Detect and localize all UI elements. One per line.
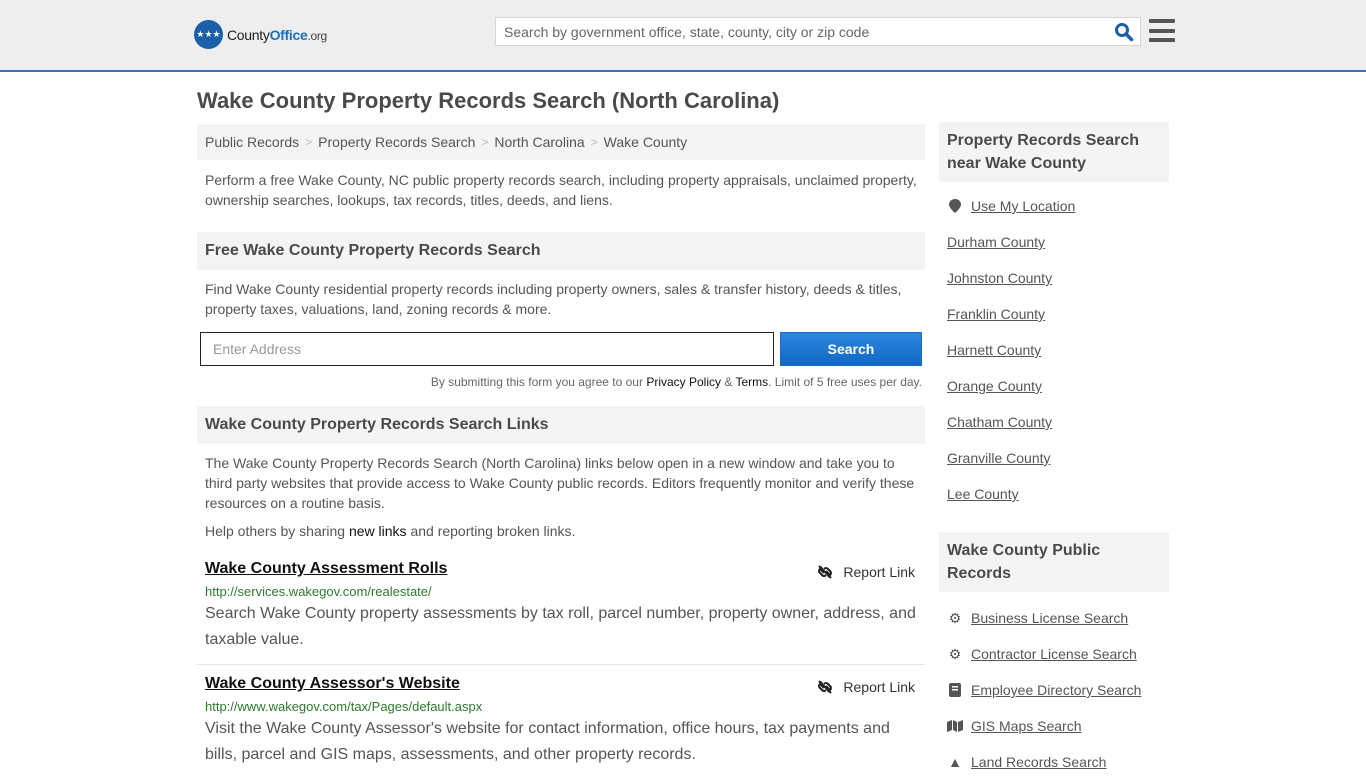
logo-emblem-icon: ★★★	[194, 20, 223, 49]
nearby-county-link[interactable]: Durham County	[947, 234, 1045, 250]
nearby-county-link[interactable]: Chatham County	[947, 414, 1052, 430]
breadcrumb-public-records[interactable]: Public Records	[205, 134, 299, 150]
nearby-county-item: Franklin County	[947, 296, 1161, 332]
divider	[197, 664, 925, 665]
public-record-item: GIS Maps Search	[947, 708, 1161, 744]
nearby-county-item: Johnston County	[947, 260, 1161, 296]
report-link-button[interactable]: Report Link	[817, 564, 915, 580]
breadcrumb: Public Records > Property Records Search…	[197, 124, 925, 160]
sidebar: Property Records Search near Wake County…	[939, 122, 1169, 780]
report-link-label: Report Link	[843, 679, 915, 695]
site-search	[495, 17, 1141, 46]
links-section-description: The Wake County Property Records Search …	[205, 455, 915, 511]
disclaimer-amp: &	[721, 375, 736, 389]
disclaimer-suffix: . Limit of 5 free uses per day.	[768, 375, 922, 389]
resource-link-description: Visit the Wake County Assessor's website…	[205, 720, 890, 763]
search-button[interactable]: Search	[780, 332, 922, 366]
help-suffix: and reporting broken links.	[406, 523, 576, 539]
book-icon	[947, 682, 963, 698]
map-marker-icon	[947, 198, 963, 214]
nearby-county-link[interactable]: Lee County	[947, 486, 1019, 502]
logo-brand-bold: Office	[269, 26, 308, 43]
disclaimer-prefix: By submitting this form you agree to our	[430, 375, 647, 389]
public-record-link[interactable]: Contractor License Search	[971, 646, 1137, 662]
public-record-link[interactable]: Employee Directory Search	[971, 682, 1141, 698]
breadcrumb-separator: >	[305, 135, 313, 149]
help-prefix: Help others by sharing	[205, 523, 349, 539]
resource-link-item: Wake County Assessment Rolls Report Link…	[197, 560, 925, 653]
hamburger-menu-icon[interactable]	[1149, 19, 1175, 42]
public-record-item: ⚙ Business License Search	[947, 600, 1161, 636]
logo[interactable]: ★★★ CountyOffice.org	[194, 20, 327, 49]
intro-text: Perform a free Wake County, NC public pr…	[205, 172, 917, 208]
address-input[interactable]	[200, 332, 774, 366]
nearby-county-item: Chatham County	[947, 404, 1161, 440]
links-section-heading: Wake County Property Records Search Link…	[197, 406, 925, 444]
main-content: Public Records > Property Records Search…	[197, 124, 925, 768]
nearby-county-item: Durham County	[947, 224, 1161, 260]
resource-link-url: http://www.wakegov.com/tax/Pages/default…	[205, 699, 483, 714]
nearby-county-link[interactable]: Johnston County	[947, 270, 1052, 286]
site-header: ★★★ CountyOffice.org	[0, 0, 1366, 72]
site-search-input[interactable]	[496, 18, 1096, 45]
resource-link-url: http://services.wakegov.com/realestate/	[205, 584, 432, 599]
public-record-link[interactable]: GIS Maps Search	[971, 718, 1082, 734]
resource-link-title[interactable]: Wake County Assessment Rolls	[205, 560, 447, 578]
nearby-list: Use My Location Durham County Johnston C…	[939, 182, 1169, 512]
nearby-county-item: Granville County	[947, 440, 1161, 476]
nearby-county-item: Orange County	[947, 368, 1161, 404]
free-search-description: Find Wake County residential property re…	[205, 281, 902, 317]
report-link-label: Report Link	[843, 564, 915, 580]
use-my-location-link[interactable]: Use My Location	[971, 198, 1075, 214]
report-link-button[interactable]: Report Link	[817, 679, 915, 695]
breadcrumb-wake-county[interactable]: Wake County	[604, 134, 688, 150]
address-search-form: Search	[197, 332, 925, 366]
page-title: Wake County Property Records Search (Nor…	[197, 88, 780, 113]
broken-link-icon	[818, 565, 833, 579]
resource-link-title[interactable]: Wake County Assessor's Website	[205, 675, 460, 693]
nearby-county-item: Harnett County	[947, 332, 1161, 368]
resource-link-item: Wake County Assessor's Website Report Li…	[197, 675, 925, 768]
logo-brand: County	[227, 26, 270, 43]
public-record-link[interactable]: Business License Search	[971, 610, 1128, 626]
privacy-policy-link[interactable]: Privacy Policy	[646, 375, 721, 389]
breadcrumb-separator: >	[590, 135, 598, 149]
gear-icon: ⚙	[948, 645, 962, 662]
logo-tld: .org	[307, 28, 327, 43]
form-disclaimer: By submitting this form you agree to our…	[197, 375, 925, 389]
map-icon	[947, 718, 963, 734]
public-records-list: ⚙ Business License Search ⚙ Contractor Lic…	[939, 592, 1169, 780]
nearby-heading: Property Records Search near Wake County	[939, 122, 1169, 182]
public-record-item: ⚙ Contractor License Search	[947, 636, 1161, 672]
gears-icon: ⚙	[948, 609, 962, 626]
public-records-heading: Wake County Public Records	[939, 532, 1169, 592]
help-text: Help others by sharing new links and rep…	[197, 523, 925, 539]
breadcrumb-property-records-search[interactable]: Property Records Search	[318, 134, 475, 150]
public-record-item: ▲ Land Records Search	[947, 744, 1161, 780]
use-my-location-item: Use My Location	[947, 188, 1161, 224]
public-record-item: Employee Directory Search	[947, 672, 1161, 708]
breadcrumb-north-carolina[interactable]: North Carolina	[494, 134, 584, 150]
new-links-link[interactable]: new links	[349, 523, 407, 539]
broken-link-icon	[818, 680, 833, 694]
terms-link[interactable]: Terms	[735, 375, 768, 389]
search-icon[interactable]	[1114, 22, 1134, 42]
logo-text: CountyOffice.org	[227, 27, 327, 43]
nearby-county-link[interactable]: Orange County	[947, 378, 1042, 394]
free-search-heading: Free Wake County Property Records Search	[197, 232, 925, 270]
nearby-county-item: Lee County	[947, 476, 1161, 512]
nearby-county-link[interactable]: Granville County	[947, 450, 1051, 466]
nearby-county-link[interactable]: Harnett County	[947, 342, 1041, 358]
resource-link-description: Search Wake County property assessments …	[205, 605, 916, 648]
breadcrumb-separator: >	[481, 135, 489, 149]
nearby-county-link[interactable]: Franklin County	[947, 306, 1045, 322]
